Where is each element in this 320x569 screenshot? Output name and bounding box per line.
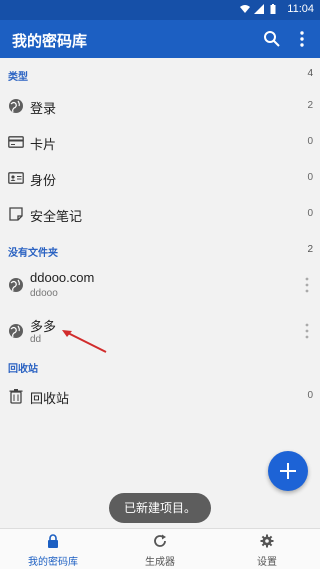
add-item-button[interactable] (268, 451, 308, 491)
bottom-nav: 我的密码库 生成器 设置 (0, 528, 320, 569)
type-count: 0 (307, 208, 313, 219)
battery-icon (270, 4, 276, 14)
trash-icon (9, 389, 23, 404)
vault-item-duoduo[interactable]: 多多 dd (0, 308, 320, 354)
item-options-icon[interactable] (302, 322, 312, 340)
plus-icon (280, 463, 296, 479)
section-label: 回收站 (8, 364, 38, 375)
gear-icon (260, 534, 274, 548)
item-username: dd (30, 334, 42, 345)
vault-item-ddooo[interactable]: ddooo.com ddooo (0, 262, 320, 308)
type-label: 安全笔记 (30, 209, 83, 224)
page-title: 我的密码库 (12, 33, 88, 50)
section-count: 4 (307, 68, 313, 79)
lock-icon (48, 534, 58, 548)
refresh-icon (154, 534, 166, 547)
type-row-card[interactable]: 卡片 0 (0, 124, 320, 160)
type-count: 0 (307, 172, 313, 183)
type-count: 0 (307, 136, 313, 147)
section-label: 没有文件夹 (8, 248, 58, 259)
section-header-no-folder: 没有文件夹 2 (0, 236, 320, 262)
nav-tab-settings[interactable]: 设置 (214, 529, 320, 569)
type-label: 身份 (30, 173, 57, 188)
item-options-icon[interactable] (302, 276, 312, 294)
section-header-types: 类型 4 (0, 60, 320, 86)
type-label: 登录 (30, 101, 57, 116)
type-label: 卡片 (30, 137, 57, 152)
section-count: 2 (307, 244, 313, 255)
trash-label: 回收站 (30, 391, 70, 406)
globe-icon (9, 324, 23, 338)
app-bar: 我的密码库 (0, 20, 320, 58)
card-icon (8, 136, 24, 148)
trash-row[interactable]: 回收站 0 (0, 378, 320, 414)
section-label: 类型 (8, 72, 28, 83)
type-row-identity[interactable]: 身份 0 (0, 160, 320, 196)
type-row-login[interactable]: 登录 2 (0, 88, 320, 124)
item-username: ddooo (30, 288, 58, 299)
note-icon (9, 207, 23, 221)
status-bar: 11:04 (0, 0, 320, 20)
type-row-secure-note[interactable]: 安全笔记 0 (0, 196, 320, 232)
nav-tab-generator[interactable]: 生成器 (107, 529, 213, 569)
status-time: 11:04 (287, 3, 314, 15)
type-count: 2 (307, 100, 313, 111)
globe-icon (9, 278, 23, 292)
section-header-trash: 回收站 (0, 352, 320, 378)
trash-count: 0 (307, 390, 313, 401)
item-name: ddooo.com (30, 270, 95, 285)
status-icons (240, 4, 278, 14)
nav-tab-vault[interactable]: 我的密码库 (0, 529, 106, 569)
item-name: 多多 (30, 319, 57, 334)
more-options-icon[interactable] (292, 29, 312, 49)
nav-label: 设置 (257, 557, 277, 568)
toast-message: 已新建项目。 (109, 493, 211, 523)
wifi-icon (240, 5, 250, 13)
id-card-icon (8, 172, 24, 184)
nav-label: 我的密码库 (28, 557, 78, 568)
nav-label: 生成器 (145, 557, 175, 568)
signal-icon (254, 4, 264, 14)
search-icon[interactable] (262, 29, 282, 49)
globe-icon (9, 99, 23, 113)
